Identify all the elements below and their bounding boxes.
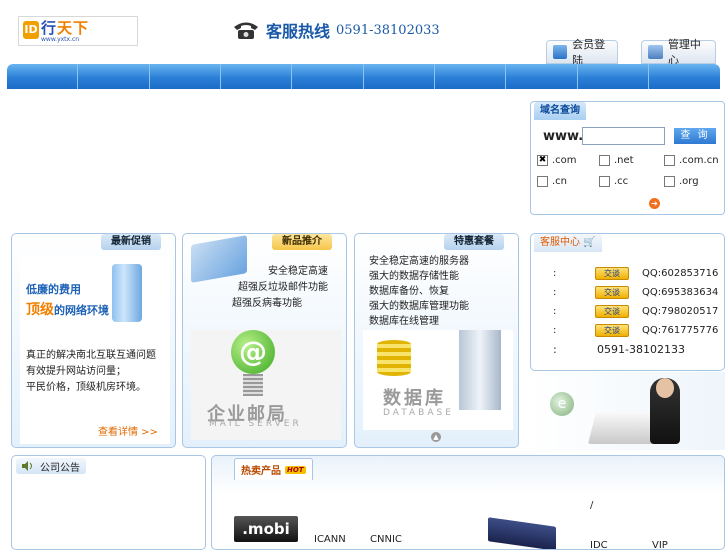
database-image-subtitle: DATABASE [383, 408, 454, 418]
mail-image-subtitle: MAIL SERVER [209, 419, 302, 429]
hot-badge: HOT [285, 465, 306, 474]
vip-label: VIP [652, 540, 668, 550]
promotion-title: 最新促销 [101, 234, 161, 250]
member-icon [553, 45, 568, 59]
telephone-icon [234, 22, 258, 39]
hotline: 客服热线 0591-38102033 [232, 19, 440, 41]
database-cylinder-icon [377, 340, 411, 376]
new-product-panel: 新品推介 安全稳定高速 超强反垃圾邮件功能 超强反病毒功能 @ 企业邮局 MAI… [182, 233, 347, 448]
promotion-line1: 低廉的费用 [26, 283, 81, 296]
tld-net-checkbox[interactable]: .net [599, 155, 634, 166]
service-phone: : 0591-38102133 [553, 343, 685, 356]
logo-mark-icon: ID [23, 21, 39, 39]
logo-subtext: www.yxtx.cn [41, 36, 80, 43]
new-product-feature: 超强反垃圾邮件功能 [238, 282, 328, 293]
cart-icon: 🛒 [583, 237, 596, 248]
nav-item-10[interactable] [649, 64, 720, 89]
main-nav [7, 64, 720, 89]
icann-label: ICANN [314, 534, 346, 545]
special-package-panel: 特惠套餐 安全稳定高速的服务器 强大的数据存储性能 数据库备份、恢复 强大的数据… [354, 233, 519, 448]
nav-item-2[interactable] [78, 64, 150, 89]
nav-item-4[interactable] [221, 64, 293, 89]
speaker-icon [22, 461, 32, 471]
logo-text: 行天下 [41, 19, 90, 37]
database-image[interactable]: 数据库 DATABASE [363, 330, 513, 430]
support-person-face [656, 378, 674, 398]
qq-number: QQ:761775776 [642, 324, 719, 336]
promotion-panel: 最新促销 低廉的费用 顶级的网络环境 真正的解决南北互联互通问题 有效提升网站访… [11, 233, 176, 448]
database-image-title: 数据库 [383, 388, 446, 409]
scroll-up-icon[interactable]: ▲ [431, 432, 441, 442]
hotline-number: 0591-38102033 [336, 22, 440, 38]
member-login-button[interactable]: 会员登陆 [546, 38, 618, 67]
slash-label: / [590, 500, 594, 511]
special-feature: 数据库在线管理 [369, 316, 439, 327]
qq-number: QQ:798020517 [642, 305, 719, 317]
domain-search-button[interactable]: 查 询 [674, 128, 716, 144]
special-feature: 强大的数据库管理功能 [369, 301, 469, 312]
idc-label: IDC [590, 540, 608, 550]
customer-service-title: 客服中心 🛒 [534, 234, 602, 252]
support-image: e [530, 372, 725, 450]
tld-org-checkbox[interactable]: .org [664, 176, 699, 187]
tld-comcn-checkbox[interactable]: .com.cn [664, 155, 719, 166]
service-row: : 交谈 QQ:761775776 [553, 323, 719, 337]
hotline-label: 客服热线 [266, 22, 331, 41]
arrow-right-icon[interactable]: ➔ [649, 198, 660, 209]
nav-item-6[interactable] [364, 64, 435, 89]
new-product-feature: 安全稳定高速 [268, 266, 328, 277]
e-logo-icon: e [550, 392, 574, 416]
domain-query-panel: 域名查询 www. 查 询 ✖ .com .net .com.cn .cn .cc… [530, 101, 725, 215]
site-logo[interactable]: ID 行天下 www.yxtx.cn [18, 16, 138, 46]
server-product-image[interactable] [488, 517, 556, 549]
talk-button[interactable]: 交谈 [595, 304, 629, 318]
nav-item-1[interactable] [7, 64, 79, 89]
qq-number: QQ:602853716 [642, 267, 719, 279]
talk-button[interactable]: 交谈 [595, 285, 629, 299]
special-package-title: 特惠套餐 [444, 234, 504, 250]
talk-button[interactable]: 交谈 [595, 266, 629, 280]
hot-products-panel: 热卖产品 HOT .mobi ICANN CNNIC / IDC VIP [211, 455, 725, 550]
promotion-line2: 顶级的网络环境 [26, 302, 109, 318]
admin-center-button[interactable]: 管理中心 [641, 38, 716, 67]
domain-input[interactable] [582, 127, 665, 145]
at-sign-icon: @ [231, 330, 275, 374]
nav-item-3[interactable] [150, 64, 221, 89]
server-icon [112, 264, 142, 322]
qq-number: QQ:695383634 [642, 286, 719, 298]
nav-item-7[interactable] [435, 64, 507, 89]
mobi-product-image[interactable]: .mobi [234, 516, 298, 542]
special-feature: 安全稳定高速的服务器 [369, 256, 469, 267]
tld-com-checkbox[interactable]: ✖ .com [537, 155, 577, 166]
spring-icon [243, 374, 263, 396]
promotion-more-link[interactable]: 查看详情 >> [98, 423, 158, 438]
special-feature: 数据库备份、恢复 [369, 286, 449, 297]
nav-item-5[interactable] [292, 64, 364, 89]
nav-item-8[interactable] [506, 64, 578, 89]
cnnic-label: CNNIC [370, 534, 402, 545]
www-prefix: www. [543, 129, 584, 144]
new-product-title: 新品推介 [272, 234, 332, 250]
service-row: : 交谈 QQ:798020517 [553, 304, 719, 318]
service-row: : 交谈 QQ:695383634 [553, 285, 719, 299]
new-product-feature: 超强反病毒功能 [232, 298, 302, 309]
hot-products-title: 热卖产品 HOT [234, 458, 313, 480]
tld-cn-checkbox[interactable]: .cn [537, 176, 567, 187]
talk-button[interactable]: 交谈 [595, 323, 629, 337]
company-notice-panel: 公司公告 [11, 455, 206, 550]
promotion-description: 真正的解决南北互联互通问题 有效提升网站访问量； 平民价格，顶级机房环境。 [26, 350, 156, 393]
domain-query-title: 域名查询 [534, 102, 586, 120]
admin-icon [648, 45, 663, 59]
company-notice-title: 公司公告 [16, 458, 86, 474]
tld-cc-checkbox[interactable]: .cc [599, 176, 628, 187]
customer-service-panel: 客服中心 🛒 : 交谈 QQ:602853716 : 交谈 QQ:6953836… [530, 233, 725, 371]
service-row: : 交谈 QQ:602853716 [553, 266, 719, 280]
nav-item-9[interactable] [578, 64, 649, 89]
server-rack-icon [459, 330, 501, 410]
checked-icon: ✖ [537, 155, 548, 166]
special-feature: 强大的数据存储性能 [369, 271, 459, 282]
